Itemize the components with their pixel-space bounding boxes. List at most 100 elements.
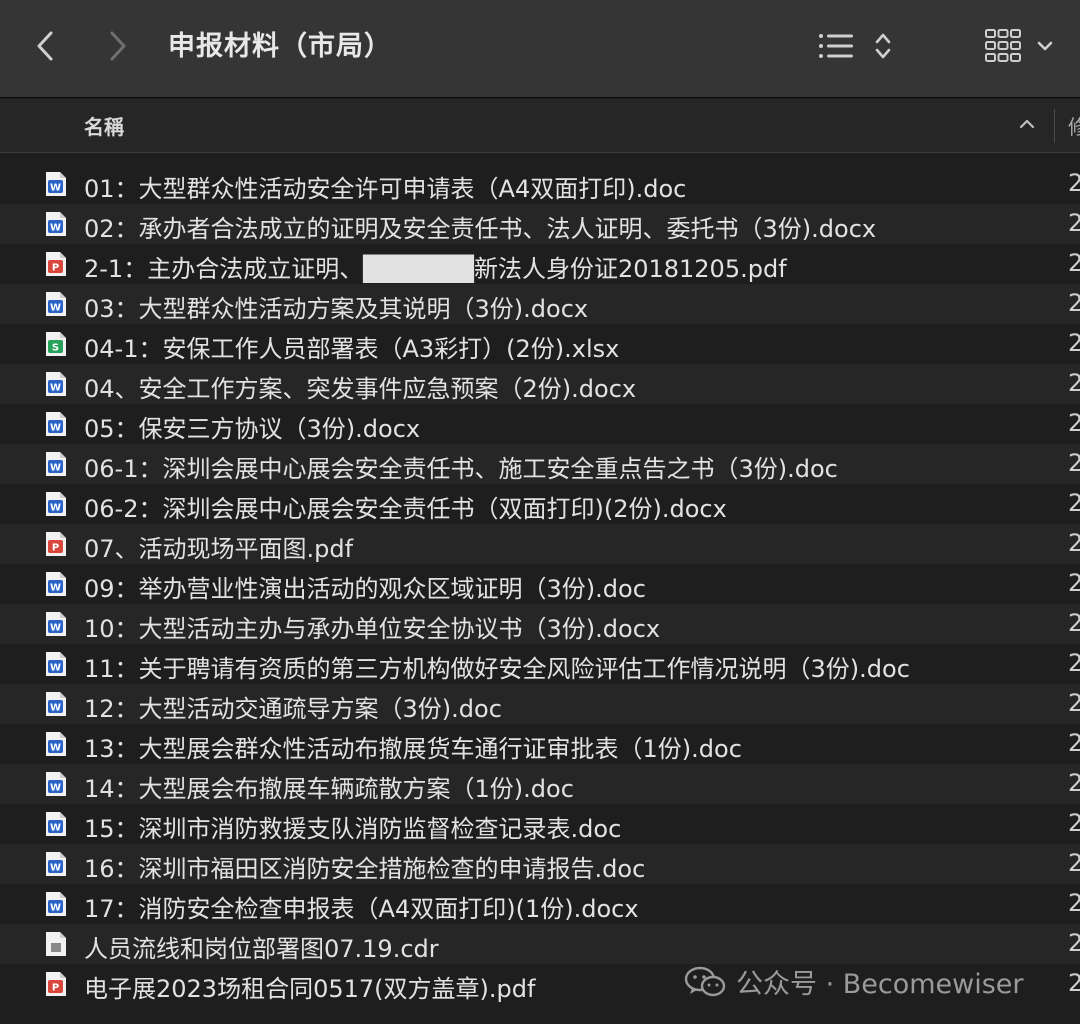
column-header-bar: 名稱 修 [0, 99, 1080, 153]
file-row[interactable]: W 09：举办营业性演出活动的观众区域证明（3份).doc 2 [0, 564, 1080, 604]
svg-text:W: W [50, 583, 61, 594]
file-row[interactable]: W 06-2：深圳会展中心展会安全责任书（双面打印)(2份).docx 2 [0, 484, 1080, 524]
word-doc-icon: W [46, 372, 66, 396]
file-name: 04、安全工作方案、突发事件应急预案（2份).docx [84, 375, 637, 403]
svg-text:W: W [50, 823, 61, 834]
file-name: 16：深圳市福田区消防安全措施检查的申请报告.doc [84, 855, 646, 883]
file-row[interactable]: W 14：大型展会布撤展车辆疏散方案（1份).doc 2 [0, 764, 1080, 804]
svg-text:P: P [52, 263, 59, 274]
svg-text:P: P [52, 543, 59, 554]
file-date-modified: 2 [1068, 449, 1080, 477]
file-name: 06-1：深圳会展中心展会安全责任书、施工安全重点告之书（3份).doc [84, 455, 838, 483]
word-doc-icon: W [46, 452, 66, 476]
file-row[interactable]: W 15：深圳市消防救援支队消防监督检查记录表.doc 2 [0, 804, 1080, 844]
forward-button[interactable] [100, 26, 136, 66]
file-name: 2-1：主办合法成立证明、██████新法人身份证20181205.pdf [84, 255, 787, 283]
file-date-modified: 2 [1068, 969, 1080, 997]
file-row[interactable]: W 12：大型活动交通疏导方案（3份).doc 2 [0, 684, 1080, 724]
svg-text:W: W [50, 783, 61, 794]
file-list: W 01：大型群众性活动安全许可申请表（A4双面打印).doc 2 W 02：承办者合法… [0, 164, 1080, 1004]
file-name: 06-2：深圳会展中心展会安全责任书（双面打印)(2份).docx [84, 495, 727, 523]
file-row[interactable]: P 07、活动现场平面图.pdf 2 [0, 524, 1080, 564]
file-name: 11：关于聘请有资质的第三方机构做好安全风险评估工作情况说明（3份).doc [84, 655, 910, 683]
chevron-right-icon [110, 31, 126, 61]
excel-doc-icon: S [46, 332, 66, 356]
svg-text:W: W [50, 503, 61, 514]
file-name: 09：举办营业性演出活动的观众区域证明（3份).doc [84, 575, 646, 603]
file-date-modified: 2 [1068, 169, 1080, 197]
pdf-doc-icon: P [46, 252, 66, 276]
word-doc-icon: W [46, 492, 66, 516]
file-date-modified: 2 [1068, 249, 1080, 277]
word-doc-icon: W [46, 892, 66, 916]
file-name: 03：大型群众性活动方案及其说明（3份).docx [84, 295, 589, 323]
svg-text:W: W [50, 423, 61, 434]
file-name: 07、活动现场平面图.pdf [84, 535, 354, 563]
file-row[interactable]: W 01：大型群众性活动安全许可申请表（A4双面打印).doc 2 [0, 164, 1080, 204]
word-doc-icon: W [46, 692, 66, 716]
svg-text:W: W [50, 463, 61, 474]
svg-text:W: W [50, 223, 61, 234]
file-row[interactable]: W 10：大型活动主办与承办单位安全协议书（3份).docx 2 [0, 604, 1080, 644]
chevron-up-icon[interactable] [1018, 114, 1036, 134]
svg-text:W: W [50, 703, 61, 714]
finder-toolbar: 申报材料（市局） [0, 0, 1080, 98]
file-name: 05：保安三方协议（3份).docx [84, 415, 421, 443]
list-view-button[interactable] [818, 26, 894, 66]
column-header-modified[interactable]: 修 [1068, 111, 1080, 140]
file-date-modified: 2 [1068, 489, 1080, 517]
file-date-modified: 2 [1068, 689, 1080, 717]
svg-text:W: W [50, 383, 61, 394]
file-date-modified: 2 [1068, 769, 1080, 797]
file-row[interactable]: S 04-1：安保工作人员部署表（A3彩打）(2份).xlsx 2 [0, 324, 1080, 364]
file-name: 14：大型展会布撤展车辆疏散方案（1份).doc [84, 775, 574, 803]
file-row[interactable]: W 06-1：深圳会展中心展会安全责任书、施工安全重点告之书（3份).doc 2 [0, 444, 1080, 484]
file-row[interactable]: 人员流线和岗位部署图07.19.cdr 2 [0, 924, 1080, 964]
file-name: 15：深圳市消防救援支队消防监督检查记录表.doc [84, 815, 622, 843]
file-name: 17：消防安全检查申报表（A4双面打印)(1份).docx [84, 895, 639, 923]
file-row[interactable]: W 13：大型展会群众性活动布撤展货车通行证审批表（1份).doc 2 [0, 724, 1080, 764]
svg-text:W: W [50, 663, 61, 674]
file-name: 人员流线和岗位部署图07.19.cdr [84, 935, 439, 963]
pdf-doc-icon: P [46, 972, 66, 996]
svg-text:W: W [50, 903, 61, 914]
file-row[interactable]: W 04、安全工作方案、突发事件应急预案（2份).docx 2 [0, 364, 1080, 404]
file-row[interactable]: W 05：保安三方协议（3份).docx 2 [0, 404, 1080, 444]
word-doc-icon: W [46, 212, 66, 236]
file-row[interactable]: W 16：深圳市福田区消防安全措施检查的申请报告.doc 2 [0, 844, 1080, 884]
svg-text:W: W [50, 863, 61, 874]
up-down-chevron-icon [875, 33, 891, 59]
file-name: 02：承办者合法成立的证明及安全责任书、法人证明、委托书（3份).docx [84, 215, 877, 243]
word-doc-icon: W [46, 732, 66, 756]
svg-text:W: W [50, 743, 61, 754]
file-row[interactable]: W 03：大型群众性活动方案及其说明（3份).docx 2 [0, 284, 1080, 324]
wechat-icon [684, 966, 726, 996]
file-row[interactable]: P 2-1：主办合法成立证明、██████新法人身份证20181205.pdf 2 [0, 244, 1080, 284]
file-date-modified: 2 [1068, 929, 1080, 957]
column-header-name[interactable]: 名稱 [84, 111, 124, 140]
back-button[interactable] [27, 26, 63, 66]
pdf-doc-icon: P [46, 532, 66, 556]
generic-doc-icon [46, 932, 66, 956]
svg-text:P: P [52, 983, 59, 994]
grid-icon [985, 29, 1021, 62]
word-doc-icon: W [46, 652, 66, 676]
file-row[interactable]: W 02：承办者合法成立的证明及安全责任书、法人证明、委托书（3份).docx 2 [0, 204, 1080, 244]
file-name: 电子展2023场租合同0517(双方盖章).pdf [84, 975, 536, 1003]
file-date-modified: 2 [1068, 609, 1080, 637]
word-doc-icon: W [46, 772, 66, 796]
file-row[interactable]: W 17：消防安全检查申报表（A4双面打印)(1份).docx 2 [0, 884, 1080, 924]
chevron-left-icon [37, 31, 53, 61]
file-row[interactable]: W 11：关于聘请有资质的第三方机构做好安全风险评估工作情况说明（3份).doc 2 [0, 644, 1080, 684]
file-date-modified: 2 [1068, 889, 1080, 917]
svg-text:W: W [50, 623, 61, 634]
window-title: 申报材料（市局） [168, 31, 392, 62]
file-date-modified: 2 [1068, 569, 1080, 597]
watermark: 公众号 · Becomewiser [684, 962, 1024, 1001]
word-doc-icon: W [46, 852, 66, 876]
file-date-modified: 2 [1068, 809, 1080, 837]
column-divider[interactable] [1054, 109, 1055, 143]
grid-view-button[interactable] [984, 24, 1060, 68]
watermark-text: 公众号 · Becomewiser [736, 969, 1024, 1000]
word-doc-icon: W [46, 292, 66, 316]
